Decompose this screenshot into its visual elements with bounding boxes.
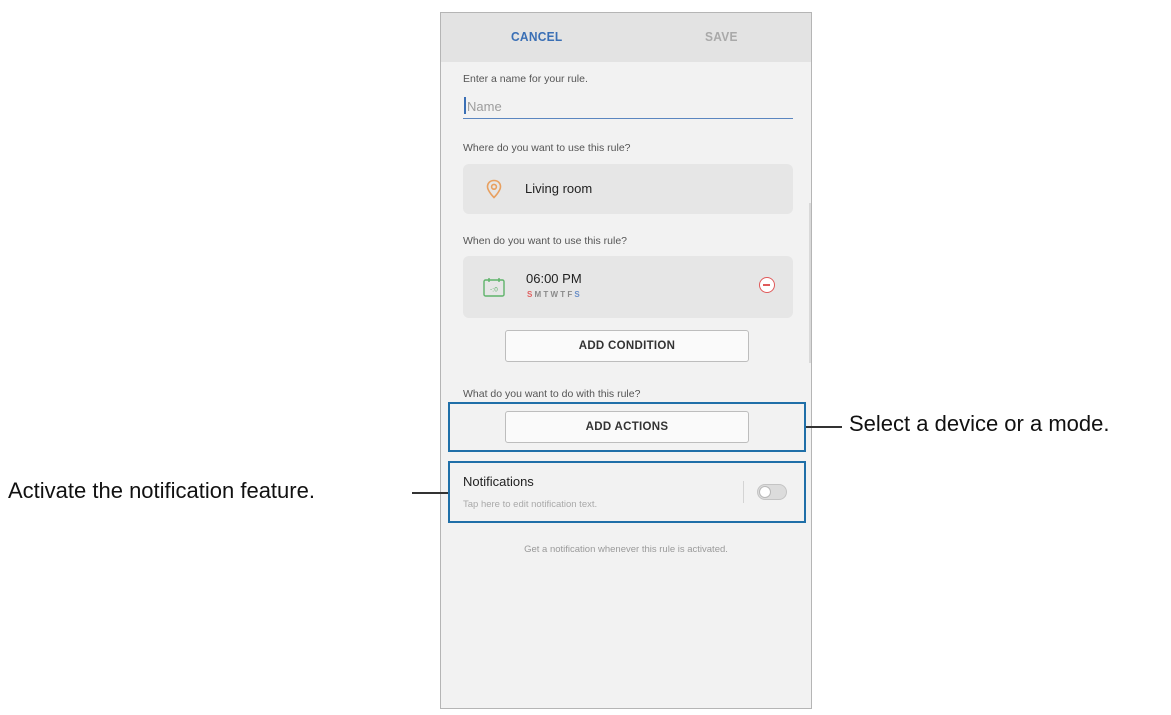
svg-text:-:0: -:0 — [490, 287, 498, 294]
location-value: Living room — [525, 181, 593, 196]
rule-name-input[interactable] — [463, 95, 793, 119]
days-weekdays: MTWTF — [534, 290, 575, 299]
notifications-leader-line — [412, 492, 448, 494]
cancel-button[interactable]: CANCEL — [511, 29, 562, 44]
actions-leader-line — [806, 426, 842, 428]
add-actions-highlight-box — [448, 402, 806, 452]
notifications-highlight-box — [448, 461, 806, 523]
repeat-days: SMTWTFS — [527, 290, 582, 299]
notifications-helper-text: Get a notification whenever this rule is… — [524, 544, 728, 555]
when-prompt: When do you want to use this rule? — [463, 235, 628, 247]
name-prompt: Enter a name for your rule. — [463, 73, 588, 85]
phone-screen: CANCEL SAVE Enter a name for your rule. … — [440, 12, 812, 709]
time-value: 06:00 PM — [526, 271, 582, 286]
remove-icon[interactable] — [759, 277, 775, 293]
add-condition-button[interactable]: ADD CONDITION — [505, 330, 749, 362]
action-bar: CANCEL SAVE — [441, 13, 811, 62]
where-prompt: Where do you want to use this rule? — [463, 142, 631, 154]
scrollbar[interactable] — [809, 203, 811, 363]
actions-callout: Select a device or a mode. — [849, 411, 1110, 436]
actions-prompt: What do you want to do with this rule? — [463, 388, 641, 400]
calendar-icon: -:0 — [483, 278, 505, 297]
save-button[interactable]: SAVE — [705, 29, 738, 44]
location-card[interactable]: Living room — [463, 164, 793, 214]
day-sunday: S — [527, 290, 535, 299]
text-cursor — [464, 97, 466, 114]
day-saturday: S — [574, 290, 582, 299]
location-pin-icon — [486, 179, 502, 199]
notifications-callout: Activate the notification feature. — [8, 478, 315, 503]
time-condition-card[interactable]: -:0 06:00 PM SMTWTFS — [463, 256, 793, 318]
manual-page-figure: CANCEL SAVE Enter a name for your rule. … — [0, 0, 1171, 715]
